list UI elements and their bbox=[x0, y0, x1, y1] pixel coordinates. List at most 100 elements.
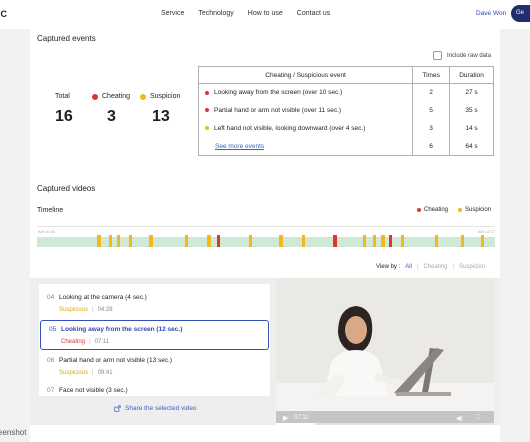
stat-total: Total 16 bbox=[55, 93, 73, 126]
suspicion-marker[interactable] bbox=[97, 235, 101, 247]
cheating-dot-icon bbox=[92, 93, 98, 100]
item-number: 06 bbox=[47, 357, 55, 364]
stat-suspicion-label: Suspicion bbox=[150, 93, 181, 100]
cheating-marker[interactable] bbox=[217, 235, 220, 247]
cheating-marker[interactable] bbox=[389, 235, 392, 247]
event-duration: 35 s bbox=[449, 101, 494, 120]
top-nav: IC Service Technology How to use Contact… bbox=[0, 0, 530, 29]
raw-data-label: Include raw data bbox=[447, 52, 492, 59]
video-section: 04 Looking at the camera (4 sec.) Suspici… bbox=[30, 278, 500, 425]
suspicion-marker[interactable] bbox=[381, 235, 385, 247]
total-duration: 64 s bbox=[449, 137, 494, 156]
video-controls: ▶ 07:11 ◀) ⛶ bbox=[276, 411, 494, 425]
view-cheating-option[interactable]: Cheating bbox=[423, 264, 447, 270]
nav-links: Service Technology How to use Contact us bbox=[161, 10, 330, 17]
event-name: Looking away from the screen (over 10 se… bbox=[214, 89, 343, 97]
timeline[interactable]: AM 10:00 AM 12:17 bbox=[37, 223, 495, 255]
suspicion-marker[interactable] bbox=[363, 235, 366, 247]
nav-link-technology[interactable]: Technology bbox=[198, 10, 233, 17]
total-times: 6 bbox=[412, 137, 451, 156]
cheating-dot-icon bbox=[205, 90, 209, 95]
legend-cheating: Cheating bbox=[417, 207, 448, 213]
event-name: Left hand not visible, looking downward … bbox=[214, 125, 366, 132]
item-title: Looking at the camera (4 sec.) bbox=[59, 294, 147, 301]
suspicion-marker[interactable] bbox=[373, 235, 376, 247]
event-times: 5 bbox=[412, 101, 451, 120]
share-video-label: Share the selected video bbox=[125, 405, 197, 412]
suspicion-marker[interactable] bbox=[149, 235, 153, 247]
cheating-marker[interactable] bbox=[333, 235, 337, 247]
stat-cheating-label: Cheating bbox=[102, 93, 131, 100]
video-player[interactable]: ▶ 07:11 ◀) ⛶ bbox=[276, 278, 494, 425]
item-number: 04 bbox=[47, 294, 55, 301]
timeline-start-tick: AM 10:00 bbox=[38, 229, 56, 234]
suspicion-marker[interactable] bbox=[461, 235, 464, 247]
view-suspicion-option[interactable]: Suspicion bbox=[459, 264, 485, 270]
user-name[interactable]: Dave Won bbox=[476, 10, 506, 17]
suspicion-marker[interactable] bbox=[435, 235, 438, 247]
report-card: Captured events Include raw data Total 1… bbox=[30, 29, 500, 442]
suspicion-marker[interactable] bbox=[185, 235, 188, 247]
item-number: 05 bbox=[49, 326, 57, 333]
see-more-events-link[interactable]: See more events bbox=[205, 143, 264, 150]
list-item[interactable]: 04 Looking at the camera (4 sec.) Suspici… bbox=[39, 289, 270, 319]
nav-link-contact[interactable]: Contact us bbox=[297, 10, 330, 17]
stat-suspicion-value: 13 bbox=[152, 108, 170, 125]
table-row: Left hand not visible, looking downward … bbox=[197, 119, 494, 138]
suspicion-marker[interactable] bbox=[109, 235, 112, 247]
event-duration: 27 s bbox=[449, 83, 494, 102]
view-by-label: View by : bbox=[376, 264, 401, 270]
stat-suspicion: Suspicion 13 bbox=[140, 93, 180, 126]
event-duration: 14 s bbox=[449, 119, 494, 138]
video-frame-image bbox=[276, 278, 494, 425]
share-icon bbox=[114, 405, 121, 412]
get-started-button[interactable]: Ge bbox=[511, 5, 530, 22]
view-all-option[interactable]: All bbox=[405, 264, 412, 270]
suspicion-marker[interactable] bbox=[207, 235, 211, 247]
suspicion-dot-icon bbox=[140, 93, 146, 100]
header-duration: Duration bbox=[449, 66, 494, 84]
screenshot-label: eenshot bbox=[0, 428, 27, 437]
suspicion-marker[interactable] bbox=[481, 235, 484, 247]
video-progress-fill bbox=[276, 423, 316, 425]
play-icon[interactable]: ▶ bbox=[283, 414, 288, 422]
captured-events-title: Captured events bbox=[37, 34, 96, 43]
suspicion-marker[interactable] bbox=[117, 235, 120, 247]
logo[interactable]: IC bbox=[0, 9, 7, 19]
suspicion-marker[interactable] bbox=[129, 235, 132, 247]
stat-total-value: 16 bbox=[55, 108, 73, 125]
fullscreen-icon[interactable]: ⛶ bbox=[476, 415, 480, 422]
suspicion-marker[interactable] bbox=[302, 235, 305, 247]
suspicion-marker[interactable] bbox=[401, 235, 404, 247]
legend-cheating-label: Cheating bbox=[424, 207, 449, 213]
raw-data-checkbox[interactable] bbox=[433, 51, 442, 60]
item-time: 07:11 bbox=[94, 339, 110, 345]
video-current-time: 07:11 bbox=[294, 415, 309, 421]
include-raw-toggle[interactable]: Include raw data bbox=[433, 51, 491, 60]
list-item-selected[interactable]: 05 Looking away from the screen (12 sec.)… bbox=[40, 320, 269, 350]
nav-link-service[interactable]: Service bbox=[161, 10, 184, 17]
video-progress-track[interactable] bbox=[276, 423, 494, 425]
suspicion-marker[interactable] bbox=[279, 235, 283, 247]
timeline-axis: AM 10:00 AM 12:17 bbox=[37, 226, 495, 237]
item-title: Looking away from the screen (12 sec.) bbox=[61, 326, 183, 333]
item-title: Partial hand or arm not visible (13 sec.… bbox=[59, 357, 173, 364]
captured-videos-title: Captured videos bbox=[37, 184, 96, 193]
header-times: Times bbox=[412, 66, 451, 84]
timeline-track[interactable] bbox=[37, 237, 495, 247]
events-table: Cheating / Suspicious event Times Durati… bbox=[197, 66, 494, 156]
item-tag: Suspicious bbox=[59, 370, 89, 376]
stat-cheating: Cheating 3 bbox=[92, 93, 130, 126]
list-item[interactable]: 07 Face not visible (3 sec.) bbox=[39, 382, 270, 396]
video-list[interactable]: 04 Looking at the camera (4 sec.) Suspici… bbox=[39, 284, 270, 396]
nav-link-how-to-use[interactable]: How to use bbox=[248, 10, 283, 17]
view-by: View by : All | Cheating | Suspicion bbox=[376, 264, 486, 270]
volume-icon[interactable]: ◀) bbox=[456, 415, 463, 422]
item-number: 07 bbox=[47, 387, 55, 394]
share-video-link[interactable]: Share the selected video bbox=[114, 405, 197, 412]
suspicion-marker[interactable] bbox=[249, 235, 252, 247]
suspicion-dot-icon bbox=[458, 208, 462, 212]
item-title: Face not visible (3 sec.) bbox=[59, 387, 128, 394]
table-row-see-more: See more events 6 64 s bbox=[197, 137, 494, 156]
list-item[interactable]: 06 Partial hand or arm not visible (13 se… bbox=[39, 352, 270, 382]
